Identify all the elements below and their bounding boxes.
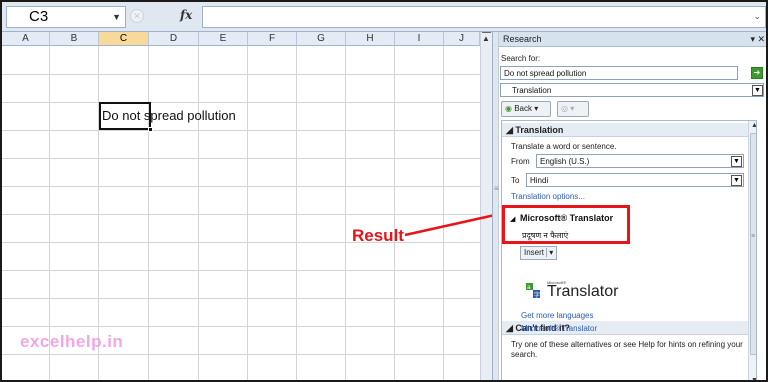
excel-window: C3 ▼ ✕ fx ⌄ A B C D E F G H I J Do not s… bbox=[0, 0, 768, 382]
translation-options-link[interactable]: Translation options... bbox=[511, 192, 585, 201]
grid-line bbox=[2, 298, 482, 299]
active-cell-c3[interactable] bbox=[99, 102, 153, 132]
column-header-e[interactable]: E bbox=[199, 32, 248, 46]
column-header-j[interactable]: J bbox=[444, 32, 480, 46]
from-language-select[interactable]: English (U.S.) bbox=[536, 154, 744, 168]
translation-section-header[interactable]: ◢ Translation bbox=[502, 123, 756, 137]
back-label: Back bbox=[514, 104, 533, 113]
grid-line bbox=[2, 158, 482, 159]
scroll-down-icon[interactable]: ▼ bbox=[751, 377, 756, 380]
scroll-up-icon[interactable]: ▲ bbox=[751, 122, 756, 129]
result-highlight-box bbox=[502, 205, 630, 244]
pane-title: Research bbox=[503, 34, 542, 44]
column-header-b[interactable]: B bbox=[50, 32, 99, 46]
column-header-d[interactable]: D bbox=[149, 32, 199, 46]
column-header-f[interactable]: F bbox=[248, 32, 297, 46]
column-header-i[interactable]: I bbox=[395, 32, 444, 46]
column-header-c[interactable]: C bbox=[99, 32, 149, 46]
column-header-h[interactable]: H bbox=[346, 32, 395, 46]
to-language-select[interactable]: Hindi bbox=[526, 173, 744, 187]
result-annotation: Result bbox=[352, 226, 404, 245]
start-search-button[interactable]: ➔ bbox=[751, 67, 763, 79]
insert-function-button[interactable]: fx bbox=[180, 8, 192, 22]
chevron-down-icon[interactable]: ▼ bbox=[731, 156, 742, 167]
split-box[interactable] bbox=[482, 32, 491, 33]
name-box-value: C3 bbox=[29, 8, 49, 25]
translator-logo-icon: a 字 bbox=[526, 283, 540, 299]
formula-bar: C3 ▼ ✕ fx ⌄ bbox=[2, 2, 766, 32]
chevron-down-icon[interactable]: ▾ bbox=[546, 248, 554, 257]
fill-handle[interactable] bbox=[148, 127, 153, 132]
chevron-down-icon[interactable]: ▾ bbox=[534, 104, 538, 113]
grip-icon: ≡ bbox=[751, 233, 756, 240]
grid-line bbox=[2, 130, 482, 131]
svg-text:a: a bbox=[527, 284, 531, 291]
to-label: To bbox=[511, 176, 520, 185]
grid-line bbox=[2, 102, 482, 103]
insert-label: Insert bbox=[524, 248, 545, 257]
from-label: From bbox=[511, 157, 530, 166]
logo-translator-text: Translator bbox=[547, 283, 619, 300]
column-header-g[interactable]: G bbox=[297, 32, 346, 46]
grid-line bbox=[2, 74, 482, 75]
expand-formula-icon[interactable]: ⌄ bbox=[753, 11, 761, 22]
results-scrollbar[interactable]: ▲ ≡ ▼ bbox=[748, 121, 756, 380]
service-select[interactable]: Translation bbox=[500, 83, 764, 97]
get-more-languages-link[interactable]: Get more languages bbox=[521, 311, 594, 320]
scroll-up-icon[interactable]: ▲ bbox=[482, 34, 490, 43]
forward-arrow-icon: ◎ bbox=[561, 104, 568, 113]
svg-text:字: 字 bbox=[534, 291, 540, 299]
pane-controls[interactable]: ▾ ✕ bbox=[750, 32, 765, 47]
scroll-thumb[interactable] bbox=[750, 133, 756, 355]
translation-header-label: Translation bbox=[515, 125, 564, 135]
chevron-down-icon[interactable]: ▼ bbox=[752, 85, 763, 96]
grid-line bbox=[2, 242, 482, 243]
forward-button[interactable]: ◎ ▾ bbox=[557, 101, 589, 117]
ms-translator-link[interactable]: Microsoft® Translator bbox=[521, 324, 597, 333]
back-button[interactable]: ◉ Back ▾ bbox=[501, 101, 551, 117]
grid-line bbox=[2, 270, 482, 271]
column-header-a[interactable]: A bbox=[2, 32, 50, 46]
grid-line bbox=[2, 186, 482, 187]
formula-input[interactable]: ⌄ bbox=[202, 6, 766, 28]
cancel-icon[interactable]: ✕ bbox=[130, 9, 144, 23]
search-for-label: Search for: bbox=[501, 54, 541, 63]
grid-line bbox=[2, 354, 482, 355]
search-input[interactable]: Do not spread pollution bbox=[500, 66, 738, 80]
chevron-down-icon[interactable]: ▼ bbox=[112, 7, 121, 27]
back-arrow-icon: ◉ bbox=[505, 104, 512, 113]
grid-line bbox=[2, 326, 482, 327]
name-box[interactable]: C3 ▼ bbox=[6, 6, 126, 28]
watermark: excelhelp.in bbox=[20, 332, 124, 351]
grip-icon: ≡ bbox=[494, 184, 499, 193]
insert-button[interactable]: Insert ▾ bbox=[520, 246, 557, 260]
service-value: Translation bbox=[512, 86, 552, 95]
chevron-down-icon[interactable]: ▼ bbox=[731, 175, 742, 186]
cant-find-text: Try one of these alternatives or see Hel… bbox=[511, 340, 743, 359]
pane-title-bar: Research ▾ ✕ bbox=[499, 32, 766, 47]
pane-splitter[interactable]: ≡ bbox=[493, 32, 499, 380]
translation-hint: Translate a word or sentence. bbox=[511, 142, 617, 151]
